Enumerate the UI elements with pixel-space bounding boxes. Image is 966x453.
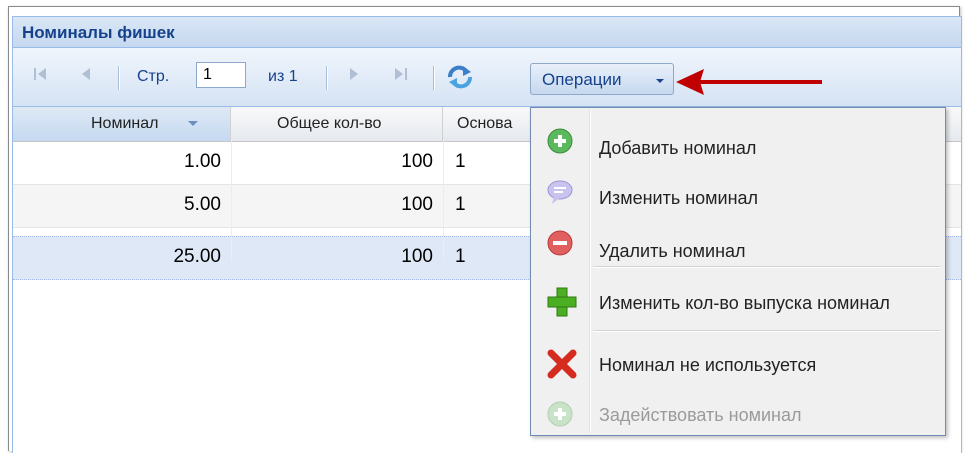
column-total-label: Общее кол-во [277, 115, 382, 132]
menu-item-edit-nominal[interactable]: Изменить номинал [531, 166, 945, 214]
column-nominal[interactable]: Номинал [13, 107, 231, 141]
red-x-icon [547, 349, 577, 379]
menu-separator [593, 330, 941, 332]
chevron-down-icon [656, 79, 664, 83]
column-divider [443, 141, 444, 261]
operations-menu: Добавить номинал Изменить номинал Удалит… [530, 107, 946, 436]
menu-item-activate-nominal: Задействовать номинал [531, 390, 945, 438]
prev-page-icon[interactable] [75, 66, 97, 88]
menu-item-label: Задействовать номинал [599, 405, 802, 425]
page-number-input[interactable]: 1 [196, 62, 246, 88]
menu-item-change-issue-quantity[interactable]: Изменить кол-во выпуска номинал [531, 278, 945, 326]
last-page-icon[interactable] [390, 66, 412, 88]
menu-item-label: Изменить номинал [599, 188, 759, 208]
cell-base: 1 [455, 151, 466, 172]
callout-arrow-icon [676, 69, 822, 95]
panel-title: Номиналы фишек [22, 23, 175, 42]
page-label: Стр. [137, 68, 170, 85]
cell-base: 1 [455, 246, 466, 267]
green-plus-icon [547, 287, 577, 317]
operations-label: Операции [542, 70, 622, 89]
toolbar-separator [118, 66, 120, 90]
column-base[interactable]: Основа [443, 107, 543, 141]
panel-header: Номиналы фишек [13, 17, 961, 48]
toolbar-separator [326, 66, 328, 90]
menu-item-delete-nominal[interactable]: Удалить номинал [531, 218, 945, 266]
menu-item-label: Изменить кол-во выпуска номинал [599, 293, 890, 313]
cell-nominal: 5.00 [184, 194, 221, 215]
remove-circle-icon [547, 230, 573, 256]
cell-nominal: 25.00 [173, 246, 221, 267]
first-page-icon[interactable] [29, 66, 51, 88]
next-page-icon[interactable] [343, 66, 365, 88]
refresh-icon[interactable] [446, 64, 474, 90]
column-divider [231, 141, 232, 261]
cell-nominal: 1.00 [184, 151, 221, 172]
menu-item-nominal-not-used[interactable]: Номинал не используется [531, 340, 945, 388]
menu-item-label: Номинал не используется [599, 355, 817, 375]
cell-total: 100 [401, 194, 433, 215]
menu-item-add-nominal[interactable]: Добавить номинал [531, 116, 945, 164]
menu-item-label: Удалить номинал [599, 241, 746, 261]
cell-base: 1 [455, 194, 466, 215]
menu-separator [593, 266, 941, 268]
operations-button[interactable]: Операции [530, 63, 674, 95]
toolbar-separator [433, 66, 435, 90]
add-circle-icon [547, 401, 573, 427]
sort-desc-icon [188, 121, 198, 126]
column-total[interactable]: Общее кол-во [231, 107, 443, 141]
add-circle-icon [547, 128, 573, 154]
cell-total: 100 [401, 151, 433, 172]
column-base-label: Основа [457, 115, 513, 132]
edit-bubble-icon [547, 180, 573, 204]
page-count-label: из 1 [268, 68, 298, 85]
cell-total: 100 [401, 246, 433, 267]
menu-item-label: Добавить номинал [599, 138, 757, 158]
column-nominal-label: Номинал [91, 115, 159, 132]
